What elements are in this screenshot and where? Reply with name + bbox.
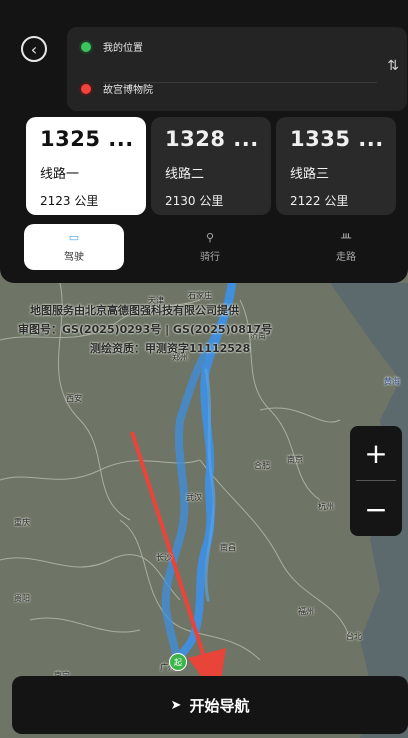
route-name: 线路二 <box>165 167 205 182</box>
route-time: 1325 ... <box>40 127 134 151</box>
route-option-3[interactable]: 1335 ... 线路三 2122 公里 <box>276 117 396 215</box>
route-name: 线路三 <box>290 167 330 182</box>
city-label: 武汉 <box>186 493 202 502</box>
tab-label: 骑行 <box>200 252 220 263</box>
city-label: 重庆 <box>14 518 30 527</box>
city-label: 南昌 <box>220 543 236 552</box>
city-label: 西安 <box>66 394 82 403</box>
destination-label: 故宫博物院 <box>103 85 153 96</box>
city-label: 台北 <box>346 632 362 641</box>
origin-row[interactable]: 我的位置 <box>81 39 143 54</box>
tab-drive[interactable]: ▭ 驾驶 <box>24 224 124 270</box>
walk-icon: ᚈ <box>340 231 352 244</box>
origin-dot-icon <box>81 41 91 52</box>
zoom-divider <box>356 480 396 481</box>
tab-label: 走路 <box>336 252 356 263</box>
start-navigation-label: 开始导航 <box>189 696 250 715</box>
origin-label: 我的位置 <box>103 43 143 54</box>
route-name: 线路一 <box>40 167 80 182</box>
city-label: 南京 <box>287 455 303 464</box>
swap-vertical-icon[interactable]: ⇅ <box>387 58 399 74</box>
city-label: 石家庄 <box>188 291 212 300</box>
bicycle-icon: ⚲ <box>205 231 215 244</box>
city-label: 长沙 <box>156 553 172 562</box>
destination-row[interactable]: 故宫博物院 <box>81 81 153 96</box>
route-distance: 2123 公里 <box>40 194 99 208</box>
zoom-in-button[interactable]: + <box>350 426 402 480</box>
map-copyright-line-1: 地图服务由北京高德图强科技有限公司提供 <box>30 304 239 317</box>
map-copyright-line-2: 审图号：GS(2025)0293号 | GS(2025)0817号 <box>18 323 273 336</box>
city-label: 福州 <box>298 607 314 616</box>
route-distance: 2130 公里 <box>165 194 224 208</box>
zoom-control: + − <box>350 426 402 536</box>
route-distance: 2122 公里 <box>290 194 349 208</box>
city-label: 杭州 <box>318 502 334 511</box>
chevron-left-icon: ‹ <box>30 39 38 59</box>
map-copyright-line-3: 测绘资质：甲测资字11112528 <box>90 342 251 355</box>
start-marker[interactable]: 起 <box>169 653 187 671</box>
sea-label: 黄海 <box>384 377 400 386</box>
navigation-arrow-icon: ➤ <box>170 697 182 713</box>
start-navigation-button[interactable]: ➤ 开始导航 <box>12 676 408 734</box>
zoom-out-button[interactable]: − <box>350 482 402 536</box>
tab-cycle[interactable]: ⚲ 骑行 <box>160 224 260 270</box>
route-time: 1335 ... <box>290 127 384 151</box>
back-button[interactable]: ‹ <box>21 36 47 62</box>
car-icon: ▭ <box>68 231 80 244</box>
destination-dot-icon <box>81 83 91 94</box>
route-time: 1328 ... <box>165 127 259 151</box>
route-option-2[interactable]: 1328 ... 线路二 2130 公里 <box>151 117 271 215</box>
route-planning-panel: ‹ 我的位置 故宫博物院 ⇅ 1325 ... 线路一 2123 公里 1328… <box>0 0 408 283</box>
tab-walk[interactable]: ᚈ 走路 <box>296 224 396 270</box>
city-label: 合肥 <box>254 461 270 470</box>
tab-label: 驾驶 <box>64 252 84 263</box>
city-label: 贵阳 <box>14 594 30 603</box>
location-card: 我的位置 故宫博物院 ⇅ <box>67 27 407 111</box>
route-option-1[interactable]: 1325 ... 线路一 2123 公里 <box>26 117 146 215</box>
